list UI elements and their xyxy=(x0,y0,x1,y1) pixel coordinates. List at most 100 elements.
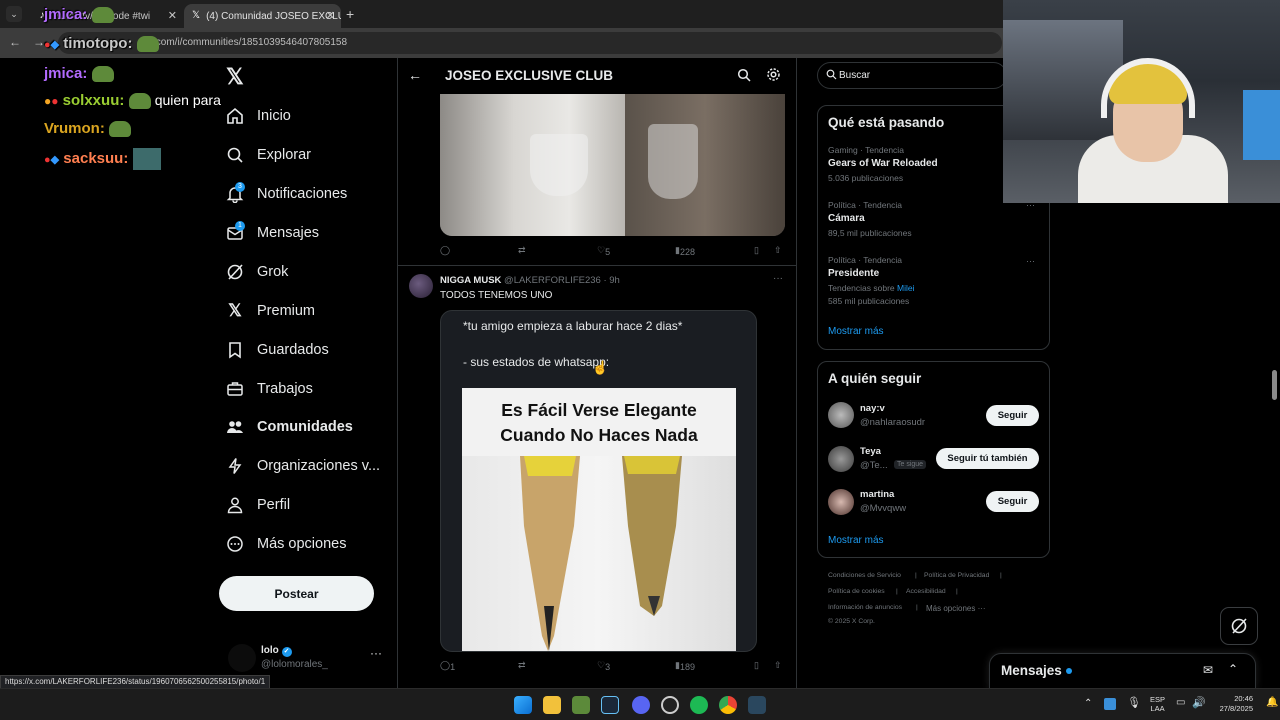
messages-drawer-title: Mensajes xyxy=(1001,663,1062,678)
nav-item-premium[interactable]: 𝕏 Premium xyxy=(226,296,315,326)
repost-icon[interactable]: ⇄ xyxy=(518,660,526,671)
nav-item-perfil[interactable]: Perfil xyxy=(226,490,290,520)
reply-icon[interactable]: ◯ xyxy=(440,245,450,256)
more-dots-icon[interactable]: ··· xyxy=(773,273,783,284)
language-indicator[interactable]: ESP LAA xyxy=(1150,695,1165,713)
post-handle[interactable]: @LAKERFORLIFE236 xyxy=(504,275,601,286)
avatar[interactable] xyxy=(828,446,854,472)
bookmark-icon[interactable]: ▯ xyxy=(754,245,759,256)
tab-list-chevron-icon[interactable]: ⌄ xyxy=(6,6,22,22)
tray-chevron-icon[interactable]: ⌃ xyxy=(1084,698,1092,709)
search-input[interactable]: Buscar xyxy=(817,62,1007,89)
new-tab-icon[interactable]: + xyxy=(346,6,354,22)
like-icon[interactable]: ♡ 3 xyxy=(597,660,610,672)
footer-link[interactable]: Política de Privacidad xyxy=(924,572,989,579)
nav-item-notificaciones[interactable]: 3 Notificaciones xyxy=(226,179,347,209)
discord-icon[interactable] xyxy=(632,696,650,714)
network-icon[interactable]: ▭ xyxy=(1176,697,1185,708)
avatar[interactable] xyxy=(409,274,433,298)
trend-link[interactable]: Milei xyxy=(897,283,914,293)
tray-app-icon[interactable] xyxy=(1104,698,1116,710)
views-icon[interactable]: ▮ 228 xyxy=(675,245,695,257)
post-author[interactable]: NIGGA MUSK xyxy=(440,275,501,286)
page-title: JOSEO EXCLUSIVE CLUB xyxy=(445,68,614,83)
x-logo-icon[interactable]: 𝕏 xyxy=(226,64,246,89)
clock[interactable]: 20:46 27/8/2025 xyxy=(1213,694,1253,714)
follow-user-name[interactable]: Teya xyxy=(860,446,881,457)
expand-icon[interactable]: ⌃ xyxy=(1228,662,1238,676)
nav-item-inicio[interactable]: Inicio xyxy=(226,101,291,131)
avatar[interactable] xyxy=(828,489,854,515)
grok-floating-button[interactable] xyxy=(1220,607,1258,645)
url-field[interactable]: x.com/i/communities/1851039546407805158 xyxy=(58,32,1002,54)
like-icon[interactable]: ♡ 5 xyxy=(597,245,610,257)
more-dots-icon[interactable]: ··· xyxy=(1026,256,1035,266)
nav-item-explorar[interactable]: Explorar xyxy=(226,140,311,170)
footer-link[interactable]: Política de cookies xyxy=(828,588,885,595)
bookmark-icon[interactable]: ▯ xyxy=(754,660,759,671)
follow-user-handle: @Mvvqww xyxy=(860,503,907,514)
show-more-trends[interactable]: Mostrar más xyxy=(828,326,884,337)
nav-item-mas-opciones[interactable]: Más opciones xyxy=(226,529,346,559)
avatar[interactable] xyxy=(828,402,854,428)
new-message-icon[interactable]: ✉ xyxy=(1203,663,1213,677)
views-icon[interactable]: ▮ 189 xyxy=(675,660,695,672)
follow-back-button[interactable]: Seguir tú también xyxy=(936,448,1039,469)
nav-item-comunidades[interactable]: Comunidades xyxy=(226,412,353,442)
nav-item-grok[interactable]: Grok xyxy=(226,257,288,287)
repost-icon[interactable]: ⇄ xyxy=(518,245,526,256)
steam-icon[interactable] xyxy=(748,696,766,714)
share-icon[interactable]: ⇧ xyxy=(774,245,782,256)
trends-title: Qué está pasando xyxy=(828,115,945,130)
footer-link[interactable]: Condiciones de Servicio xyxy=(828,572,901,579)
chat-badge-icon: ● xyxy=(51,94,59,108)
notification-badge: 3 xyxy=(235,182,245,192)
post-time[interactable]: · 9h xyxy=(603,275,619,286)
windows-start-icon[interactable] xyxy=(514,696,532,714)
notification-bell-icon[interactable]: 🔔 xyxy=(1266,697,1278,708)
nav-item-mensajes[interactable]: 1 Mensajes xyxy=(226,218,319,248)
gear-icon[interactable] xyxy=(766,67,781,87)
nav-item-organizaciones[interactable]: Organizaciones v... xyxy=(226,451,380,481)
messages-drawer[interactable]: Mensajes ✉ ⌃ xyxy=(989,653,1256,689)
follow-button[interactable]: Seguir xyxy=(986,405,1039,426)
scrollbar-thumb[interactable] xyxy=(1272,370,1277,400)
tab-community[interactable]: 𝕏 (4) Comunidad JOSEO EXCLUSI ✕ xyxy=(184,4,341,28)
obs-icon[interactable] xyxy=(661,696,679,714)
back-arrow-icon[interactable]: ← xyxy=(408,67,422,83)
nav-item-trabajos[interactable]: Trabajos xyxy=(226,374,313,404)
divider xyxy=(398,265,796,266)
share-icon[interactable]: ⇧ xyxy=(774,660,782,671)
footer-link[interactable]: Más opciones ··· xyxy=(926,604,986,613)
follow-button[interactable]: Seguir xyxy=(986,491,1039,512)
file-explorer-icon[interactable] xyxy=(543,696,561,714)
steam-icon[interactable] xyxy=(601,696,619,714)
account-switcher[interactable]: lolo ✓ @lolomorales_ ··· xyxy=(228,642,388,674)
follow-user-name[interactable]: martina xyxy=(860,489,894,500)
footer-copyright: © 2025 X Corp. xyxy=(828,618,875,625)
unread-dot xyxy=(1066,668,1072,674)
volume-icon[interactable]: 🔊 xyxy=(1192,696,1206,709)
search-icon[interactable] xyxy=(737,68,751,87)
microphone-icon[interactable]: 🎙 xyxy=(1127,696,1141,709)
more-dots-icon[interactable]: ··· xyxy=(370,646,382,660)
footer-link[interactable]: Accesibilidad xyxy=(906,588,946,595)
close-tab-icon[interactable]: ✕ xyxy=(168,9,177,22)
community-header: ← JOSEO EXCLUSIVE CLUB xyxy=(398,58,796,94)
follow-user-name[interactable]: nay:v xyxy=(860,403,885,414)
nav-item-guardados[interactable]: Guardados xyxy=(226,335,329,365)
chrome-icon[interactable] xyxy=(719,696,737,714)
spotify-icon[interactable] xyxy=(690,696,708,714)
post-image[interactable] xyxy=(440,94,785,236)
footer-link[interactable]: Información de anuncios xyxy=(828,604,902,611)
app-icon[interactable] xyxy=(572,696,590,714)
trend-name[interactable]: Gears of War Reloaded xyxy=(828,158,938,169)
show-more-follow[interactable]: Mostrar más xyxy=(828,535,884,546)
back-arrow-icon[interactable]: ← xyxy=(9,35,21,49)
post-button[interactable]: Postear xyxy=(219,576,374,611)
reply-icon[interactable]: ◯ 1 xyxy=(440,660,455,672)
close-tab-icon[interactable]: ✕ xyxy=(326,9,335,22)
trend-count: 5.036 publicaciones xyxy=(828,173,904,183)
trend-name[interactable]: Presidente xyxy=(828,268,879,279)
trend-name[interactable]: Cámara xyxy=(828,213,865,224)
